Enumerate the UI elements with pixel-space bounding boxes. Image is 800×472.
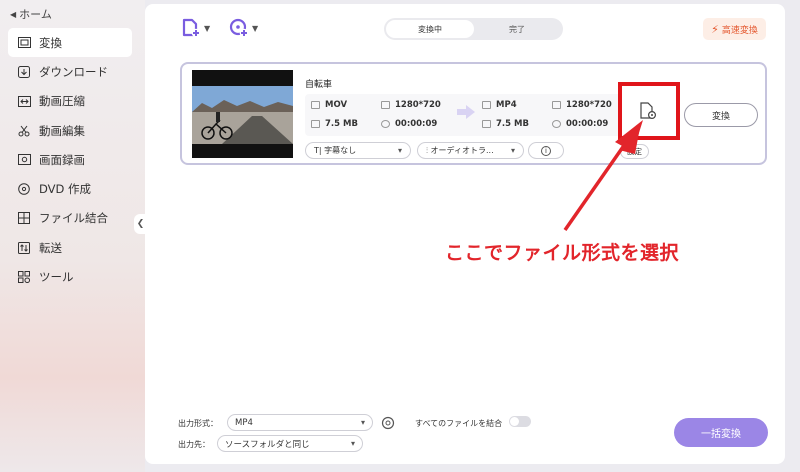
merge-toggle[interactable] (509, 416, 531, 427)
output-format-label: 出力形式： (178, 419, 218, 428)
output-destination-label: 出力先： (178, 440, 210, 449)
sidebar-item-transfer[interactable]: 転送 (8, 233, 132, 262)
sidebar-item-label: ダウンロード (39, 64, 108, 79)
merge-icon (17, 211, 31, 225)
sidebar-item-label: 転送 (39, 240, 62, 255)
sidebar-item-tools[interactable]: ツール (8, 262, 132, 291)
sidebar-item-label: ファイル結合 (39, 211, 108, 226)
sidebar-item-compress[interactable]: 動画圧縮 (8, 87, 132, 116)
chevron-down-icon: ▾ (350, 439, 355, 448)
format-settings-icon[interactable] (381, 415, 395, 430)
sidebar-nav: 変換 ダウンロード 動画圧縮 動画編集 画面録画 DVD 作成 ファイル結合 転… (8, 28, 132, 292)
tools-icon (17, 270, 31, 284)
chevron-down-icon: ▾ (360, 418, 365, 427)
annotation-text: ここでファイル形式を選択 (445, 242, 680, 264)
sidebar-item-label: 変換 (39, 35, 62, 50)
sidebar-item-label: ツール (39, 270, 74, 285)
record-icon (17, 153, 31, 167)
sidebar: ◀ ホーム 変換 ダウンロード 動画圧縮 動画編集 画面録画 DVD 作成 ファ… (0, 0, 145, 472)
merge-label: すべてのファイルを結合 (415, 419, 503, 428)
annotation-arrow (563, 120, 643, 232)
sidebar-item-dvd[interactable]: DVD 作成 (8, 174, 132, 203)
sidebar-item-download[interactable]: ダウンロード (8, 57, 132, 86)
output-destination-select[interactable]: ソースフォルダと同じ ▾ (217, 435, 363, 452)
chevron-left-icon: ❮ (136, 219, 145, 229)
sidebar-item-edit[interactable]: 動画編集 (8, 116, 132, 145)
transfer-icon (17, 241, 31, 255)
output-destination-value: ソースフォルダと同じ (225, 439, 310, 450)
sidebar-item-label: 動画編集 (39, 123, 85, 138)
compress-icon (17, 94, 31, 108)
sidebar-item-merge[interactable]: ファイル結合 (8, 204, 132, 233)
sidebar-item-convert[interactable]: 変換 (8, 28, 132, 58)
chevron-left-icon: ◀ (10, 9, 17, 19)
convert-icon (17, 36, 31, 50)
sidebar-item-label: 動画圧縮 (39, 94, 85, 109)
scissors-icon (17, 124, 31, 138)
sidebar-item-label: 画面録画 (39, 152, 85, 167)
home-link[interactable]: ◀ ホーム (10, 6, 52, 22)
dvd-icon (17, 182, 31, 196)
home-label: ホーム (19, 8, 52, 21)
output-format-select[interactable]: MP4 ▾ (227, 414, 373, 431)
sidebar-item-label: DVD 作成 (39, 182, 92, 197)
sidebar-item-record[interactable]: 画面録画 (8, 145, 132, 174)
main-panel: ▼ ▼ 変換中 完了 ⚡ 高速変換 自転車 MOV 1280*720 7.5 M… (145, 4, 785, 464)
output-format-value: MP4 (235, 417, 253, 428)
batch-convert-button[interactable]: 一括変換 (674, 418, 768, 447)
download-icon (17, 65, 31, 79)
